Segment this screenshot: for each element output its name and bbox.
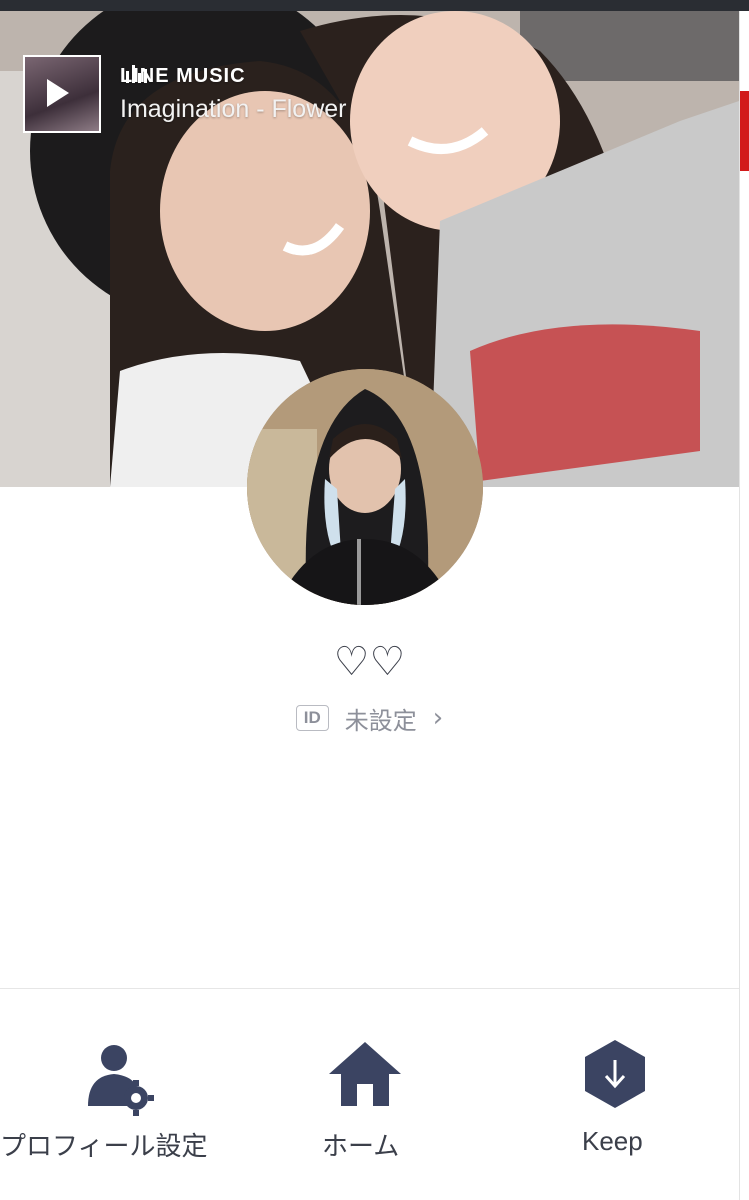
home-label: ホーム bbox=[322, 1132, 400, 1162]
profile-settings-label: プロフィール設定 bbox=[0, 1132, 208, 1162]
play-icon bbox=[47, 79, 69, 107]
keep-download-icon bbox=[585, 1040, 645, 1108]
song-title: Imagination - Flower bbox=[120, 95, 347, 123]
equalizer-icon bbox=[126, 65, 147, 83]
id-value: 未設定 bbox=[344, 706, 417, 735]
divider bbox=[0, 988, 739, 989]
id-badge: ID bbox=[295, 705, 329, 731]
profile-avatar[interactable] bbox=[247, 369, 483, 605]
id-setting-row[interactable]: ID 未設定 › bbox=[0, 700, 739, 736]
chevron-right-icon: › bbox=[432, 703, 444, 733]
edge-accent bbox=[740, 91, 749, 171]
keep-label: Keep bbox=[582, 1126, 643, 1156]
edge-strip bbox=[739, 11, 749, 1200]
home-icon bbox=[329, 1042, 401, 1106]
album-art[interactable] bbox=[23, 55, 101, 133]
status-bar bbox=[0, 0, 749, 11]
profile-name[interactable]: ♡♡ bbox=[0, 636, 739, 688]
user-settings-icon bbox=[88, 1045, 154, 1116]
